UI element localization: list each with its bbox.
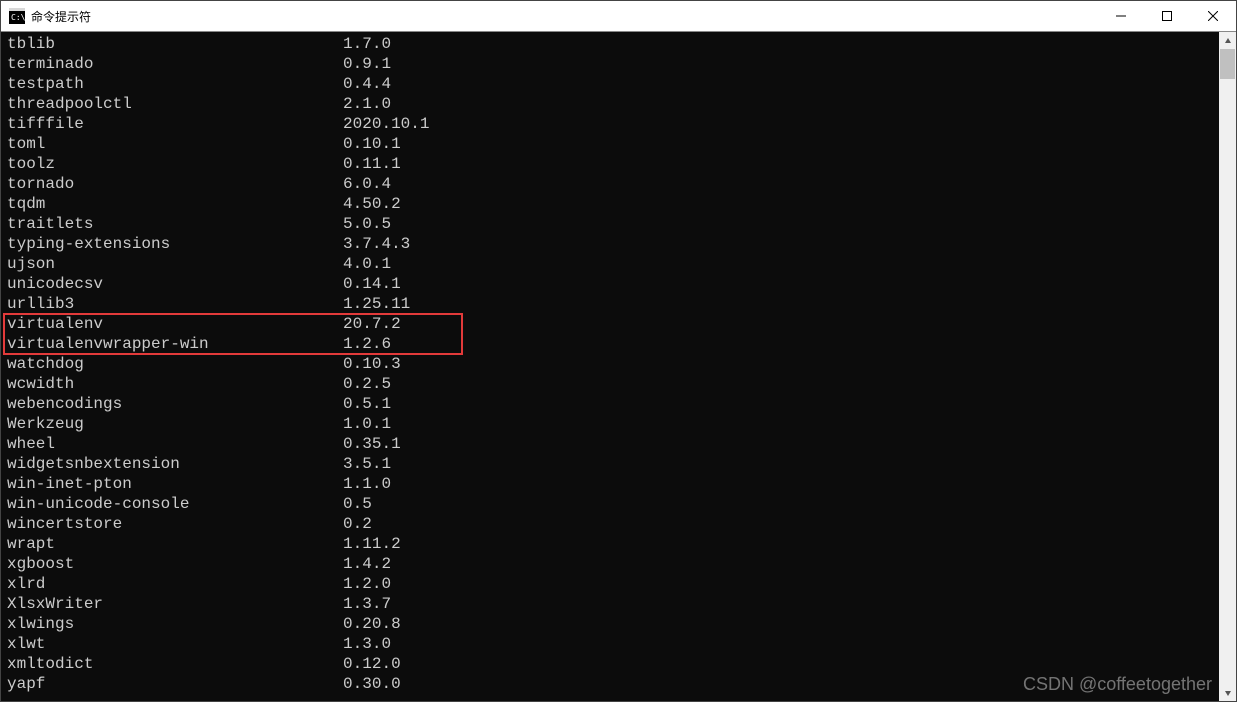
package-row: xlwings 0.20.8: [7, 614, 1219, 634]
client-area: tblib 1.7.0terminado 0.9.1testpath 0.4.4…: [1, 32, 1236, 701]
package-row: win-inet-pton 1.1.0: [7, 474, 1219, 494]
package-row: typing-extensions 3.7.4.3: [7, 234, 1219, 254]
package-row: tornado 6.0.4: [7, 174, 1219, 194]
package-row: wcwidth 0.2.5: [7, 374, 1219, 394]
package-row: virtualenv 20.7.2: [7, 314, 1219, 334]
package-row: unicodecsv 0.14.1: [7, 274, 1219, 294]
package-row: watchdog 0.10.3: [7, 354, 1219, 374]
titlebar[interactable]: C:\ 命令提示符: [1, 1, 1236, 32]
scroll-thumb[interactable]: [1220, 49, 1235, 79]
package-row: traitlets 5.0.5: [7, 214, 1219, 234]
package-row: win-unicode-console 0.5: [7, 494, 1219, 514]
package-row: Werkzeug 1.0.1: [7, 414, 1219, 434]
package-row: toolz 0.11.1: [7, 154, 1219, 174]
package-row: tifffile 2020.10.1: [7, 114, 1219, 134]
package-row: wheel 0.35.1: [7, 434, 1219, 454]
package-row: toml 0.10.1: [7, 134, 1219, 154]
scroll-down-button[interactable]: [1219, 684, 1236, 701]
scroll-up-button[interactable]: [1219, 32, 1236, 49]
svg-text:C:\: C:\: [11, 13, 25, 22]
package-row: virtualenvwrapper-win 1.2.6: [7, 334, 1219, 354]
maximize-button[interactable]: [1144, 1, 1190, 31]
package-row: urllib3 1.25.11: [7, 294, 1219, 314]
package-row: XlsxWriter 1.3.7: [7, 594, 1219, 614]
package-row: terminado 0.9.1: [7, 54, 1219, 74]
cmd-icon: C:\: [9, 8, 25, 24]
package-row: wincertstore 0.2: [7, 514, 1219, 534]
package-row: xlwt 1.3.0: [7, 634, 1219, 654]
close-button[interactable]: [1190, 1, 1236, 31]
window-title: 命令提示符: [31, 8, 91, 25]
package-row: wrapt 1.11.2: [7, 534, 1219, 554]
package-row: ujson 4.0.1: [7, 254, 1219, 274]
package-row: tqdm 4.50.2: [7, 194, 1219, 214]
scrollbar[interactable]: [1219, 32, 1236, 701]
minimize-button[interactable]: [1098, 1, 1144, 31]
package-row: threadpoolctl 2.1.0: [7, 94, 1219, 114]
package-row: xlrd 1.2.0: [7, 574, 1219, 594]
package-row: xmltodict 0.12.0: [7, 654, 1219, 674]
scroll-track[interactable]: [1219, 49, 1236, 684]
package-row: testpath 0.4.4: [7, 74, 1219, 94]
package-row: tblib 1.7.0: [7, 34, 1219, 54]
package-row: webencodings 0.5.1: [7, 394, 1219, 414]
package-row: yapf 0.30.0: [7, 674, 1219, 694]
package-row: xgboost 1.4.2: [7, 554, 1219, 574]
terminal-output[interactable]: tblib 1.7.0terminado 0.9.1testpath 0.4.4…: [1, 32, 1219, 701]
package-row: widgetsnbextension 3.5.1: [7, 454, 1219, 474]
